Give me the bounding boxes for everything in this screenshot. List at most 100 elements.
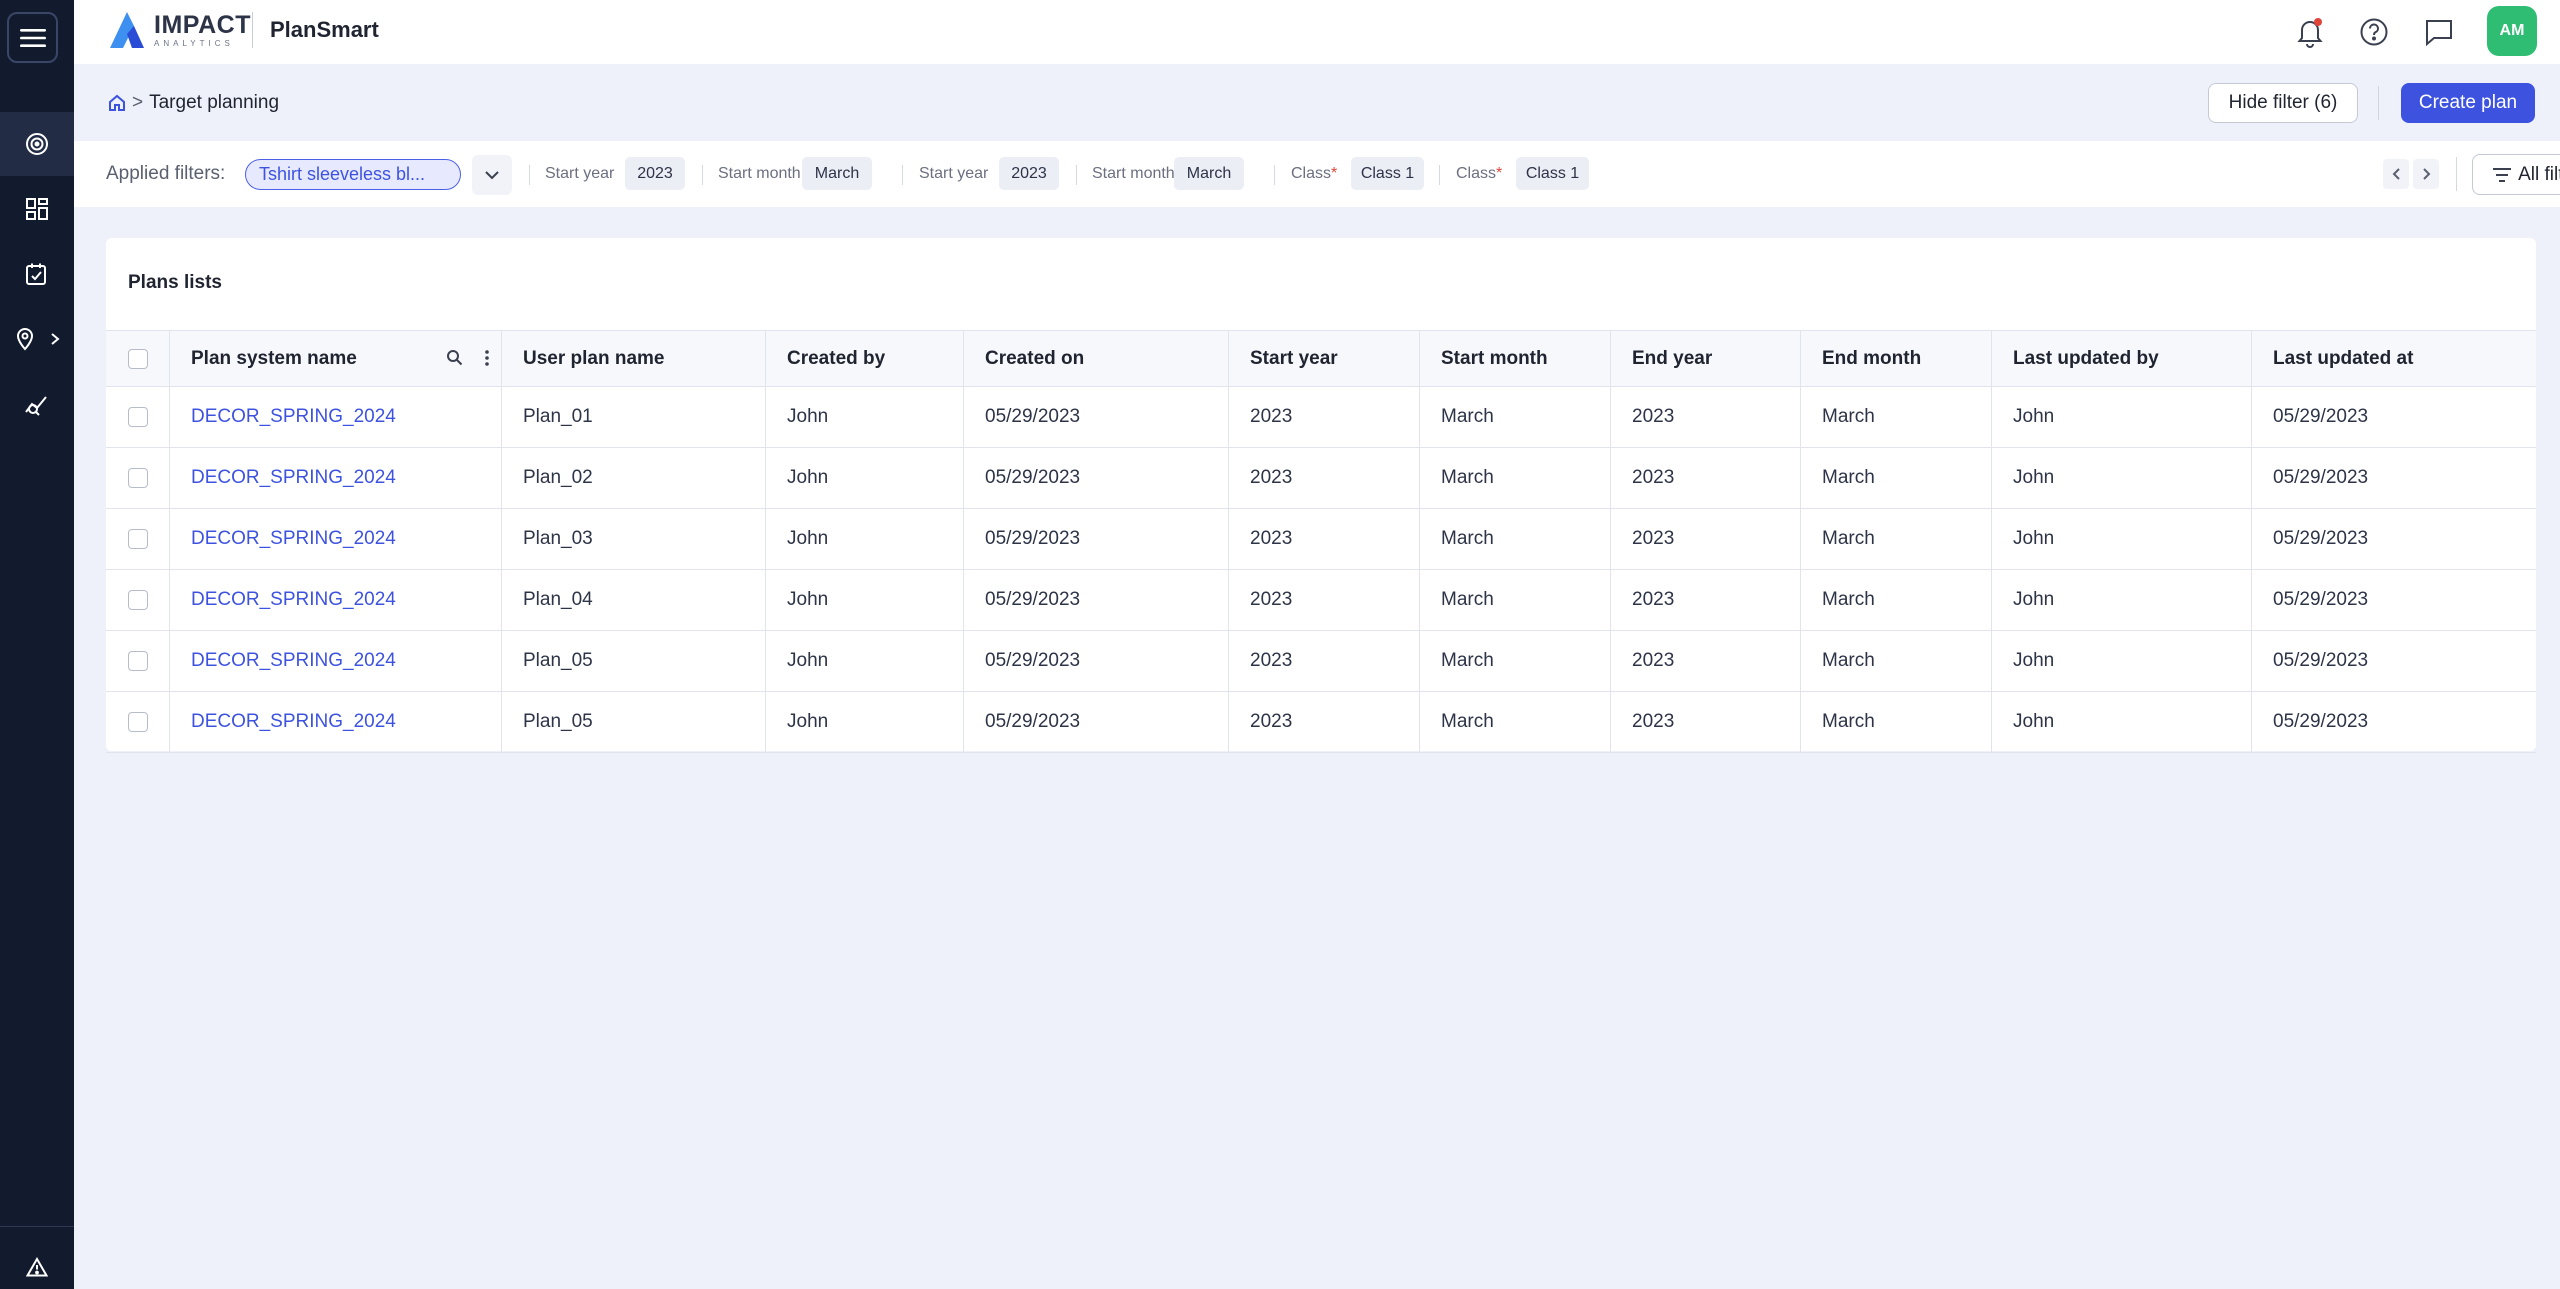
help-button[interactable] — [2354, 12, 2394, 52]
table-cell: March — [1801, 448, 1992, 508]
plan-system-name-link[interactable]: DECOR_SPRING_2024 — [170, 692, 502, 752]
help-icon — [2360, 18, 2388, 46]
column-header[interactable]: Last updated by — [1992, 331, 2252, 386]
table-cell: 05/29/2023 — [964, 631, 1229, 691]
filter-divider — [2456, 157, 2457, 191]
table-cell: 05/29/2023 — [2273, 528, 2369, 549]
column-header[interactable]: Start month — [1420, 331, 1611, 386]
plans-table: Plan system name User plan name Created … — [106, 330, 2536, 753]
all-filters-button[interactable]: All filters — [2472, 154, 2560, 195]
table-cell: 2023 — [1229, 509, 1420, 569]
table-cell: John — [1992, 387, 2252, 447]
filter-name: Start month — [1092, 165, 1175, 182]
table-cell: March — [1420, 387, 1611, 447]
row-checkbox[interactable] — [127, 651, 148, 671]
sidebar-item-calendar[interactable] — [0, 242, 74, 306]
table-cell: 2023 — [1611, 448, 1801, 508]
row-checkbox[interactable] — [127, 712, 148, 732]
table-cell: 05/29/2023 — [2273, 650, 2369, 671]
column-header[interactable]: Start year — [1229, 331, 1420, 386]
column-header[interactable]: Plan system name — [170, 331, 502, 386]
filter-value[interactable]: Class 1 — [1351, 157, 1424, 190]
search-icon[interactable] — [446, 349, 463, 366]
user-avatar[interactable]: AM — [2487, 6, 2537, 56]
notifications-button[interactable] — [2290, 12, 2330, 52]
filter-divider — [1274, 165, 1275, 185]
column-header[interactable]: End month — [1801, 331, 1992, 386]
filter-value[interactable]: March — [802, 157, 872, 190]
applied-filters-bar: Applied filters: Tshirt sleeveless bl...… — [74, 141, 2560, 207]
table-cell: 2023 — [1229, 692, 1420, 752]
table-row[interactable]: DECOR_SPRING_2024 Plan_04 John 05/29/2023 20… — [106, 570, 2536, 631]
filter-dropdown-button[interactable] — [472, 155, 512, 195]
more-options-icon[interactable] — [485, 349, 489, 366]
warning-icon — [26, 1256, 48, 1276]
filters-scroll-left[interactable] — [2383, 159, 2409, 189]
table-cell: John — [1992, 509, 2252, 569]
sidebar-item-dashboard[interactable] — [0, 177, 74, 241]
filter-value[interactable]: March — [1174, 157, 1244, 190]
product-filter-chip[interactable]: Tshirt sleeveless bl... — [245, 159, 461, 190]
create-plan-button[interactable]: Create plan — [2401, 83, 2535, 123]
filter-divider — [1439, 165, 1440, 185]
plan-system-name-link[interactable]: DECOR_SPRING_2024 — [170, 448, 502, 508]
column-header[interactable]: Last updated at — [2252, 331, 2536, 386]
table-cell: John — [766, 692, 964, 752]
row-checkbox[interactable] — [127, 407, 148, 427]
column-header[interactable]: User plan name — [502, 331, 766, 386]
table-cell: John — [1992, 631, 2252, 691]
row-checkbox[interactable] — [127, 468, 148, 488]
row-checkbox[interactable] — [127, 590, 148, 610]
table-row[interactable]: DECOR_SPRING_2024 Plan_05 John 05/29/2023 20… — [106, 631, 2536, 692]
select-all-checkbox[interactable] — [127, 348, 148, 369]
table-cell: Plan_01 — [502, 387, 766, 447]
column-header[interactable]: Created by — [766, 331, 964, 386]
filters-scroll-right[interactable] — [2413, 159, 2439, 189]
table-cell: March — [1420, 509, 1611, 569]
table-cell: John — [766, 509, 964, 569]
column-header[interactable]: Created on — [964, 331, 1229, 386]
filter-name: Start year — [545, 165, 615, 182]
table-body: DECOR_SPRING_2024 Plan_01 John 05/29/2023 20… — [106, 387, 2536, 753]
plan-system-name-link[interactable]: DECOR_SPRING_2024 — [170, 570, 502, 630]
table-cell: 05/29/2023 — [2273, 711, 2369, 732]
row-checkbox[interactable] — [127, 529, 148, 549]
row-select-cell — [106, 631, 170, 691]
plan-system-name-link[interactable]: DECOR_SPRING_2024 — [170, 387, 502, 447]
row-select-cell — [106, 509, 170, 569]
table-row[interactable]: DECOR_SPRING_2024 Plan_02 John 05/29/2023 20… — [106, 448, 2536, 509]
menu-icon — [19, 28, 46, 47]
sidebar-item-analytics[interactable] — [0, 372, 74, 436]
hide-filter-button[interactable]: Hide filter (6) — [2208, 83, 2358, 123]
filter-value[interactable]: 2023 — [999, 157, 1059, 190]
messages-button[interactable] — [2419, 12, 2459, 52]
location-pin-icon — [16, 328, 34, 351]
company-logo: IMPACT ANALYTICS — [108, 8, 251, 52]
home-icon[interactable] — [108, 94, 126, 112]
sidebar-item-alert[interactable] — [0, 1244, 74, 1289]
menu-button[interactable] — [7, 12, 58, 63]
sidebar-item-target[interactable] — [0, 112, 74, 176]
plan-system-name-link[interactable]: DECOR_SPRING_2024 — [170, 631, 502, 691]
table-cell: March — [1420, 692, 1611, 752]
table-row[interactable]: DECOR_SPRING_2024 Plan_03 John 05/29/2023 20… — [106, 509, 2536, 570]
filter-divider — [902, 165, 903, 185]
row-select-cell — [106, 387, 170, 447]
filter-value[interactable]: 2023 — [625, 157, 685, 190]
column-header[interactable]: End year — [1611, 331, 1801, 386]
table-cell: 05/29/2023 — [2273, 467, 2369, 488]
table-cell: Plan_04 — [502, 570, 766, 630]
filter-name: Class* — [1291, 165, 1338, 182]
plans-list-title: Plans lists — [128, 272, 222, 293]
table-row[interactable]: DECOR_SPRING_2024 Plan_01 John 05/29/2023 20… — [106, 387, 2536, 448]
target-icon — [26, 133, 48, 155]
table-row[interactable]: DECOR_SPRING_2024 Plan_05 John 05/29/2023 20… — [106, 692, 2536, 753]
sidebar-item-location[interactable] — [0, 307, 74, 371]
chevron-right-icon — [51, 333, 60, 345]
dashboard-icon — [26, 198, 48, 220]
logo-divider — [252, 12, 253, 48]
table-cell: 05/29/2023 — [2273, 589, 2369, 610]
table-cell: March — [1801, 387, 1992, 447]
plan-system-name-link[interactable]: DECOR_SPRING_2024 — [170, 509, 502, 569]
filter-value[interactable]: Class 1 — [1516, 157, 1589, 190]
